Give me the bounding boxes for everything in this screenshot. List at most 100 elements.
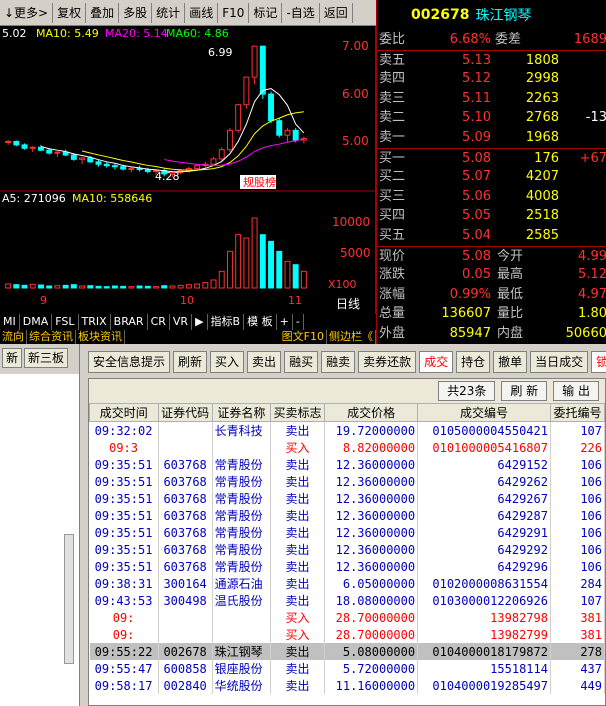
- candle-body: [70, 154, 77, 160]
- table-row[interactable]: 09:43:53 300498 温氏股份 卖出 18.08000000 010300001…: [89, 592, 606, 609]
- toolbar-button-7[interactable]: 标记: [249, 2, 283, 23]
- column-header-1[interactable]: 证券代码: [157, 403, 213, 422]
- quote-header: 002678 珠江钢琴: [376, 0, 606, 30]
- indicator-tab-10[interactable]: +: [277, 314, 293, 330]
- kline-svg[interactable]: 5.02 MA10: 5.49 MA20: 5.14 MA60: 4.86 7.…: [0, 26, 376, 314]
- table-row[interactable]: 09:58:17 002840 华统股份 卖出 11.16000000 010400001…: [89, 677, 606, 694]
- sell-price: 5.09: [462, 129, 491, 145]
- toolbar-button-6[interactable]: F10: [218, 2, 250, 23]
- export-button[interactable]: 输 出: [553, 381, 599, 401]
- cell-证券代码: [158, 439, 213, 456]
- trade-button-6[interactable]: 卖券还款: [358, 351, 417, 373]
- refresh-button[interactable]: 刷 新: [501, 381, 548, 401]
- candle-body: [103, 163, 110, 167]
- indicator-tab-1[interactable]: DMA: [20, 314, 53, 330]
- stat-row-1: 涨跌 0.05 最高 5.12: [377, 265, 606, 285]
- cell-成交编号: 6429287: [417, 507, 551, 524]
- info-tab-4[interactable]: 侧边栏《: [327, 330, 376, 344]
- table-row[interactable]: 09:35:51 603768 常青股份 卖出 12.36000000 6429291 10…: [89, 524, 606, 541]
- toolbar-button-8[interactable]: -自选: [282, 2, 320, 23]
- volume-bar: [268, 240, 274, 289]
- indicator-tab-7[interactable]: ▶: [192, 314, 208, 330]
- table-row[interactable]: 09: 买入 28.70000000 13982799 381: [89, 626, 606, 643]
- cell-委托编号: 381: [550, 609, 606, 626]
- table-row[interactable]: 09:35:51 603768 常青股份 卖出 12.36000000 6429152 10…: [89, 456, 606, 473]
- cell-成交时间: 09:55:22: [89, 643, 159, 660]
- table-row[interactable]: 09:35:51 603768 常青股份 卖出 12.36000000 6429296 10…: [89, 558, 606, 575]
- toolbar-button-5[interactable]: 画线: [185, 2, 219, 23]
- volume-bar: [202, 282, 209, 289]
- trade-button-8[interactable]: 持仓: [456, 351, 491, 373]
- cell-证券名称: [212, 626, 272, 643]
- trade-button-2[interactable]: 买入: [210, 351, 245, 373]
- cell-证券代码: 603768: [158, 490, 213, 507]
- volume-bar: [62, 284, 69, 289]
- stat-value: 5.08: [462, 248, 491, 264]
- left-button-neeq[interactable]: 新三板: [24, 348, 69, 368]
- column-header-2[interactable]: 证券名称: [211, 403, 272, 422]
- trade-button-11[interactable]: 锁定: [591, 351, 606, 373]
- indicator-tab-3[interactable]: TRIX: [79, 314, 111, 330]
- trade-button-0[interactable]: 安全信息提示: [88, 351, 171, 373]
- trade-button-9[interactable]: 撤单: [493, 351, 528, 373]
- indicator-tab-2[interactable]: FSL: [52, 314, 79, 330]
- column-header-6[interactable]: 委托编号: [549, 403, 606, 422]
- sell-label: 卖五: [379, 52, 406, 68]
- indicator-tab-6[interactable]: VR: [170, 314, 193, 330]
- column-header-0[interactable]: 成交时间: [89, 403, 159, 422]
- indicator-tab-5[interactable]: CR: [148, 314, 170, 330]
- info-tab-1[interactable]: 综合资讯: [27, 330, 76, 344]
- indicator-tab-11[interactable]: -: [293, 314, 304, 330]
- column-header-4[interactable]: 成交价格: [324, 403, 419, 422]
- volume-bar: [46, 285, 53, 289]
- info-tab-2[interactable]: 板块资讯: [76, 330, 125, 344]
- table-row[interactable]: 09:35:51 603768 常青股份 卖出 12.36000000 6429287 10…: [89, 507, 606, 524]
- table-row[interactable]: 09: 买入 28.70000000 13982798 381: [89, 609, 606, 626]
- cell-委托编号: 106: [550, 558, 606, 575]
- trade-button-3[interactable]: 卖出: [247, 351, 282, 373]
- indicator-tab-8[interactable]: 指标B: [208, 314, 245, 330]
- ma60-label: MA60: 4.86: [166, 27, 229, 40]
- cell-成交价格: 5.08000000: [324, 643, 419, 660]
- table-row[interactable]: 09:3 买入 8.82000000 0101000005416807 226: [89, 439, 606, 456]
- left-scrollbar[interactable]: [64, 534, 74, 664]
- table-row[interactable]: 09:35:51 603768 常青股份 卖出 12.36000000 6429262 10…: [89, 473, 606, 490]
- candle-body: [111, 165, 118, 168]
- cell-买卖标志: 卖出: [270, 660, 326, 677]
- trade-button-7[interactable]: 成交: [419, 351, 454, 373]
- indicator-tab-0[interactable]: MI: [0, 314, 20, 330]
- ma10-label: MA10: 5.49: [36, 27, 99, 40]
- toolbar-button-0[interactable]: ↓更多>: [0, 2, 54, 23]
- indicator-tab-9[interactable]: 模 板: [244, 314, 277, 330]
- volume-bar: [284, 260, 291, 289]
- cell-成交价格: 28.70000000: [324, 609, 419, 626]
- toolbar-button-1[interactable]: 复权: [53, 2, 87, 23]
- table-row[interactable]: 09:35:51 603768 常青股份 卖出 12.36000000 6429267 10…: [89, 490, 606, 507]
- cell-成交时间: 09:35:51: [89, 541, 159, 558]
- cell-证券名称: 常青股份: [212, 524, 272, 541]
- column-header-5[interactable]: 成交编号: [417, 403, 551, 422]
- kline-chart[interactable]: 5.02 MA10: 5.49 MA20: 5.14 MA60: 4.86 7.…: [0, 26, 376, 314]
- toolbar-button-4[interactable]: 统计: [152, 2, 186, 23]
- table-row[interactable]: 09:55:47 600858 银座股份 卖出 5.72000000 15518114 43…: [89, 660, 606, 677]
- info-tab-0[interactable]: 流向: [0, 330, 27, 344]
- trade-button-5[interactable]: 融卖: [321, 351, 356, 373]
- trade-button-10[interactable]: 当日成交: [530, 351, 589, 373]
- table-row[interactable]: 09:32:02 长青科技 卖出 19.72000000 010500000455042…: [89, 421, 606, 439]
- indicator-tab-4[interactable]: BRAR: [111, 314, 148, 330]
- cell-成交价格: 12.36000000: [324, 507, 419, 524]
- toolbar-button-2[interactable]: 叠加: [86, 2, 120, 23]
- trade-button-4[interactable]: 融买: [284, 351, 319, 373]
- toolbar-button-9[interactable]: 返回: [320, 2, 353, 23]
- toolbar-button-3[interactable]: 多股: [119, 2, 153, 23]
- cell-成交编号: 6429152: [417, 456, 551, 473]
- period-label[interactable]: 日线: [336, 297, 360, 311]
- trade-button-1[interactable]: 刷新: [173, 351, 208, 373]
- cell-证券名称: [212, 439, 272, 456]
- column-header-3[interactable]: 买卖标志: [270, 403, 326, 422]
- table-row[interactable]: 09:55:22 002678 珠江钢琴 卖出 5.08000000 0104000018…: [89, 643, 606, 660]
- info-tab-3[interactable]: 图文F10: [280, 330, 327, 344]
- table-row[interactable]: 09:35:51 603768 常青股份 卖出 12.36000000 6429292 10…: [89, 541, 606, 558]
- table-row[interactable]: 09:38:31 300164 通源石油 卖出 6.05000000 0102000008…: [89, 575, 606, 592]
- left-button-new[interactable]: 新: [2, 348, 23, 368]
